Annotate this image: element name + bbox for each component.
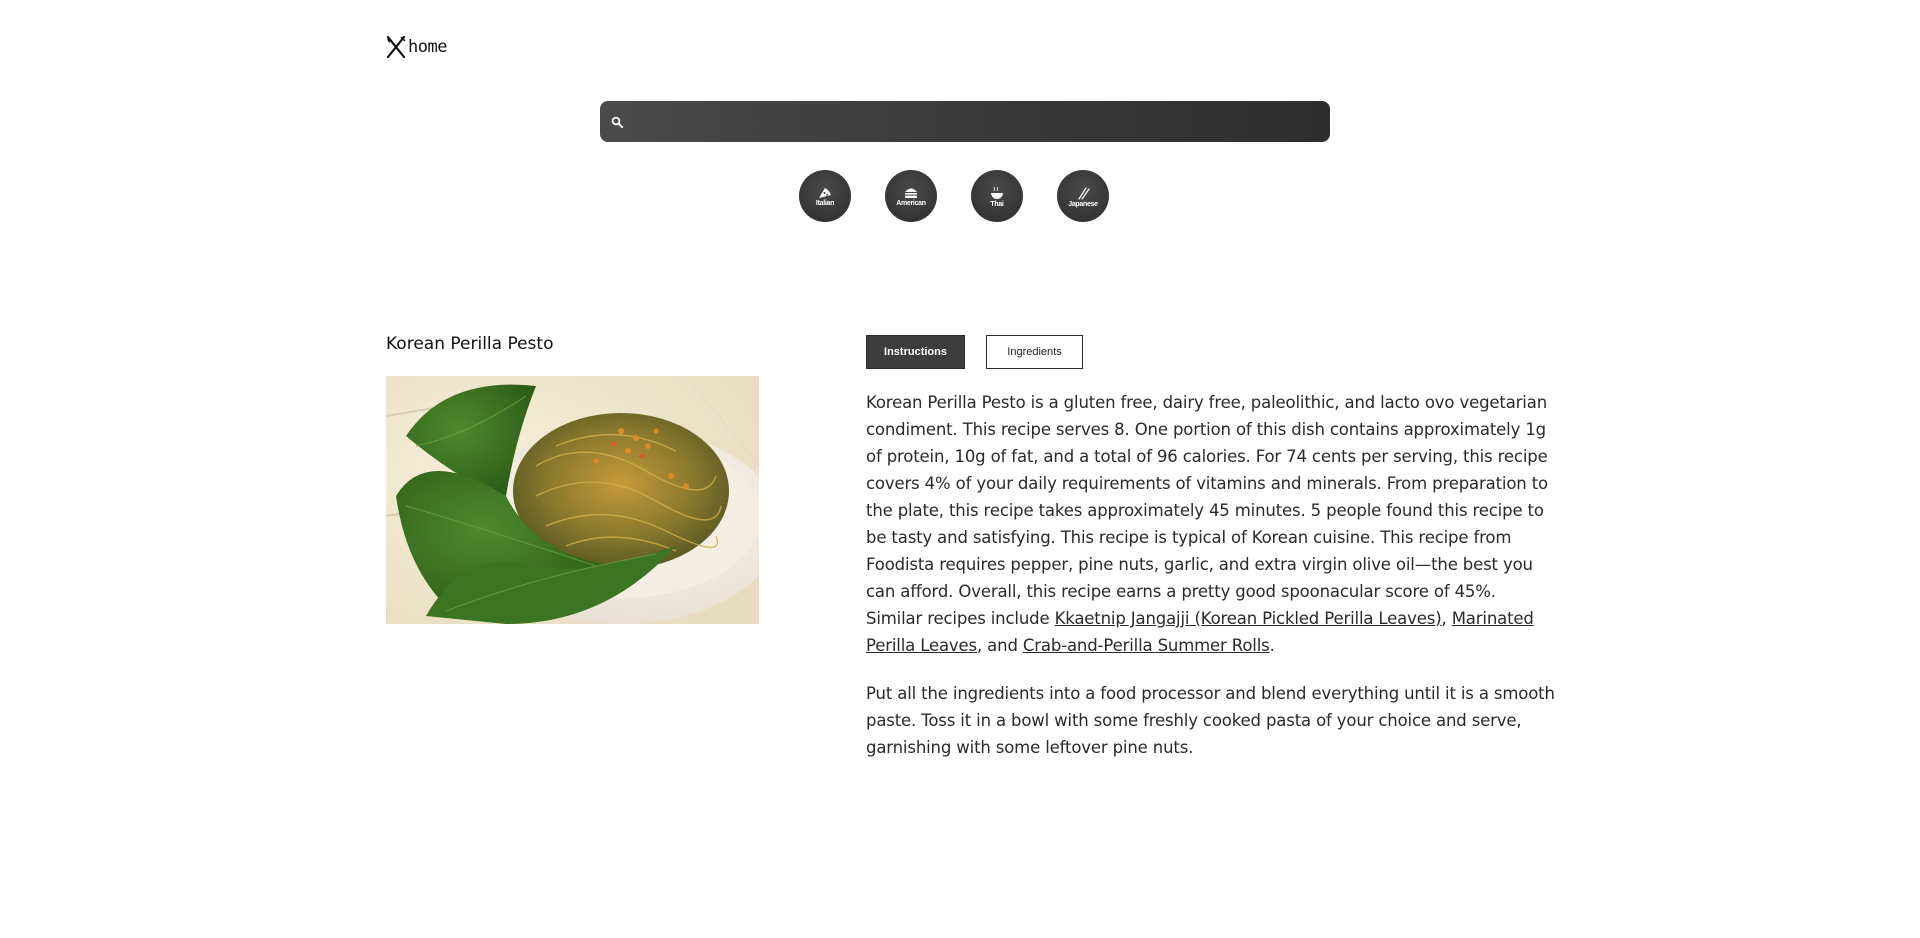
search-bar bbox=[600, 100, 1330, 143]
separator-text: , bbox=[1441, 609, 1452, 628]
page: home Italian American Thai Japanese Kore… bbox=[0, 0, 1920, 938]
home-logo-link[interactable]: home bbox=[386, 36, 447, 58]
tab-ingredients[interactable]: Ingredients bbox=[986, 335, 1083, 369]
recipe-image bbox=[386, 376, 759, 624]
search-icon bbox=[610, 115, 624, 129]
recipe-title: Korean Perilla Pesto bbox=[386, 334, 554, 354]
similar-recipe-link[interactable]: Kkaetnip Jangajji (Korean Pickled Perill… bbox=[1055, 609, 1442, 628]
category-label: Italian bbox=[815, 200, 835, 207]
fork-knife-icon bbox=[386, 36, 406, 58]
category-label: Japanese bbox=[1068, 200, 1098, 208]
category-american-button[interactable]: American bbox=[885, 170, 937, 222]
recipe-instructions: Put all the ingredients into a food proc… bbox=[866, 684, 1555, 757]
burger-icon bbox=[904, 187, 918, 199]
cuisine-categories: Italian American Thai Japanese bbox=[799, 170, 1109, 222]
noodle-bowl-icon bbox=[990, 186, 1004, 200]
summary-end: . bbox=[1269, 636, 1275, 655]
logo-text: home bbox=[408, 37, 447, 57]
category-label: Thai bbox=[990, 200, 1004, 208]
recipe-content: Korean Perilla Pesto is a gluten free, d… bbox=[866, 389, 1556, 782]
category-label: American bbox=[896, 200, 926, 207]
tab-instructions[interactable]: Instructions bbox=[866, 335, 965, 369]
separator-text: , and bbox=[976, 636, 1023, 655]
category-italian-button[interactable]: Italian bbox=[799, 170, 851, 222]
category-japanese-button[interactable]: Japanese bbox=[1057, 170, 1109, 222]
similar-recipe-link[interactable]: Crab-and-Perilla Summer Rolls bbox=[1023, 636, 1270, 655]
recipe-summary: Korean Perilla Pesto is a gluten free, d… bbox=[866, 389, 1556, 659]
chopsticks-icon bbox=[1076, 186, 1090, 200]
summary-text: Korean Perilla Pesto is a gluten free, d… bbox=[866, 393, 1548, 628]
pizza-icon bbox=[818, 187, 832, 199]
search-input[interactable] bbox=[624, 100, 1330, 143]
recipe-tabs: Instructions Ingredients bbox=[866, 335, 1083, 369]
category-thai-button[interactable]: Thai bbox=[971, 170, 1023, 222]
